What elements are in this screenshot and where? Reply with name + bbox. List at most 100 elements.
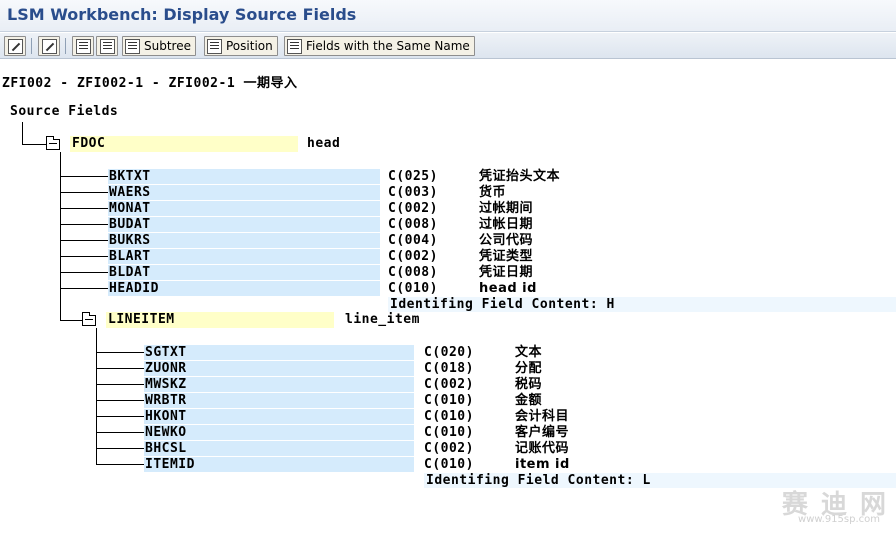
structure-description: line_item: [345, 312, 420, 327]
folder-icon[interactable]: [82, 312, 96, 326]
pencil-icon: [41, 38, 57, 54]
tree-connector: [60, 288, 108, 289]
field-type: C(010): [424, 393, 474, 408]
field-name[interactable]: BLDAT: [108, 265, 380, 280]
source-fields-label: Source Fields: [10, 104, 119, 119]
field-description: 货币: [479, 185, 507, 200]
folder-icon[interactable]: [46, 136, 60, 150]
same-name-icon: [287, 38, 302, 54]
field-name[interactable]: ZUONR: [144, 361, 414, 376]
field-type: C(010): [388, 281, 438, 296]
tree-connector: [22, 144, 46, 145]
field-type: C(002): [388, 201, 438, 216]
field-type: C(002): [424, 441, 474, 456]
field-name[interactable]: ITEMID: [144, 457, 414, 472]
same-name-label: Fields with the Same Name: [306, 39, 470, 53]
field-type: C(020): [424, 345, 474, 360]
toolbar: Subtree Position Fields with the Same Na…: [0, 33, 896, 59]
field-description: 分配: [515, 361, 543, 376]
tree-connector: [96, 448, 144, 449]
tree-connector: [96, 416, 144, 417]
field-description: 凭证抬头文本: [479, 169, 561, 184]
tree-connector: [96, 384, 144, 385]
identifying-field-content: Identifing Field Content: H: [388, 297, 896, 312]
field-name[interactable]: NEWKO: [144, 425, 414, 440]
field-description: head id: [479, 281, 537, 296]
field-description: 客户编号: [515, 425, 570, 440]
field-name[interactable]: MONAT: [108, 201, 380, 216]
toggle-display-button[interactable]: [4, 36, 26, 56]
tree-connector: [60, 224, 108, 225]
subtree-icon: [125, 38, 140, 54]
field-description: 公司代码: [479, 233, 534, 248]
tree-connector: [60, 256, 108, 257]
tree-connector: [96, 432, 144, 433]
subtree-button[interactable]: Subtree: [122, 36, 196, 56]
tree-connector: [22, 122, 23, 144]
field-description: 金额: [515, 393, 543, 408]
position-icon: [207, 38, 222, 54]
field-description: 会计科目: [515, 409, 570, 424]
field-name[interactable]: BHCSL: [144, 441, 414, 456]
field-description: 过帐期间: [479, 201, 534, 216]
tree-connector: [60, 272, 108, 273]
toolbar-separator: [65, 38, 66, 54]
tree-connector: [96, 400, 144, 401]
collapse-icon: [99, 38, 115, 54]
field-description: 税码: [515, 377, 543, 392]
watermark-url: www.915sp.com: [798, 514, 880, 525]
field-description: 过帐日期: [479, 217, 534, 232]
position-label: Position: [226, 39, 273, 53]
position-button[interactable]: Position: [204, 36, 278, 56]
field-name[interactable]: BUDAT: [108, 217, 380, 232]
field-type: C(010): [424, 457, 474, 472]
field-type: C(003): [388, 185, 438, 200]
structure-name[interactable]: LINEITEM: [106, 312, 334, 328]
field-name[interactable]: HKONT: [144, 409, 414, 424]
page-title: LSM Workbench: Display Source Fields: [7, 5, 357, 24]
field-name[interactable]: BLART: [108, 249, 380, 264]
expand-icon: [75, 38, 91, 54]
tree-connector: [60, 176, 108, 177]
field-type: C(010): [424, 425, 474, 440]
tree-connector: [96, 352, 144, 353]
tree-connector: [60, 192, 108, 193]
field-type: C(008): [388, 217, 438, 232]
field-type: C(004): [388, 233, 438, 248]
field-type: C(018): [424, 361, 474, 376]
field-description: 凭证日期: [479, 265, 534, 280]
field-type: C(025): [388, 169, 438, 184]
tree-connector: [96, 368, 144, 369]
tree-connector: [60, 240, 108, 241]
field-description: 凭证类型: [479, 249, 534, 264]
tree-connector: [96, 464, 144, 465]
title-bar: LSM Workbench: Display Source Fields: [0, 0, 896, 32]
field-description: 文本: [515, 345, 543, 360]
collapse-all-button[interactable]: [96, 36, 118, 56]
field-name[interactable]: BKTXT: [108, 169, 380, 184]
field-name[interactable]: WRBTR: [144, 393, 414, 408]
field-name[interactable]: BUKRS: [108, 233, 380, 248]
tree-connector: [96, 328, 97, 464]
breadcrumb: ZFI002 - ZFI002-1 - ZFI002-1 一期导入: [2, 76, 298, 91]
field-name[interactable]: WAERS: [108, 185, 380, 200]
field-name[interactable]: SGTXT: [144, 345, 414, 360]
tree-connector: [60, 152, 61, 320]
edit-button[interactable]: [38, 36, 60, 56]
same-name-fields-button[interactable]: Fields with the Same Name: [284, 36, 475, 56]
field-name[interactable]: MWSKZ: [144, 377, 414, 392]
structure-description: head: [307, 136, 341, 151]
expand-all-button[interactable]: [72, 36, 94, 56]
toolbar-separator: [31, 38, 32, 54]
field-description: item id: [515, 457, 570, 472]
field-description: 记账代码: [515, 441, 570, 456]
tree-connector: [60, 208, 108, 209]
tree-connector: [60, 320, 82, 321]
subtree-label: Subtree: [144, 39, 191, 53]
structure-name[interactable]: FDOC: [70, 136, 298, 152]
field-name[interactable]: HEADID: [108, 281, 380, 296]
field-type: C(002): [388, 249, 438, 264]
field-type: C(002): [424, 377, 474, 392]
field-type: C(008): [388, 265, 438, 280]
glasses-pencil-icon: [7, 38, 23, 54]
